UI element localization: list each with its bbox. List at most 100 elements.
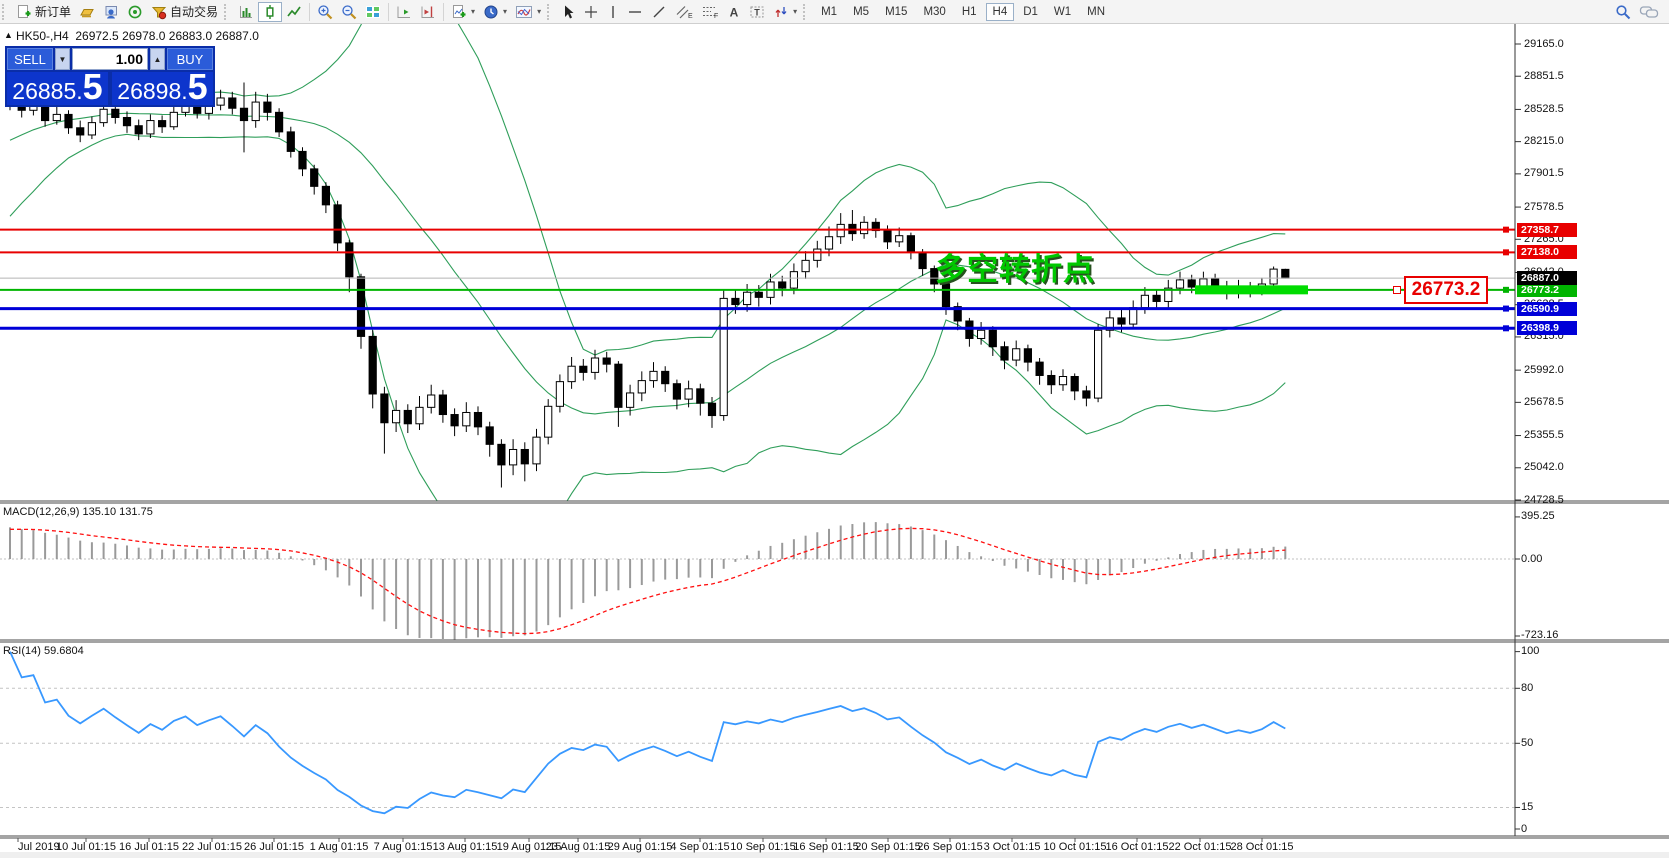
tile-windows-button[interactable] [361,2,385,22]
vertical-line-button[interactable] [603,2,623,22]
autotrading-button[interactable]: 自动交易 [147,2,222,22]
chat-icon [1639,5,1659,18]
candlestick-chart-button[interactable] [258,1,283,22]
signals-button[interactable] [123,2,147,22]
price-tick-label: 28851.5 [1524,69,1564,82]
chart-shift-button[interactable] [416,2,440,22]
indicators-button[interactable]: ▾ [511,2,545,22]
current-price-axis-label: 26887.0 [1517,271,1577,286]
price-tick-label: 25992.0 [1524,363,1564,376]
time-axis-label: 20 Sep 01:15 [855,841,921,853]
tile-windows-icon [366,5,381,18]
buy-price-display[interactable]: 26898. 5 [112,72,213,105]
sell-button[interactable]: SELL [7,48,53,70]
chat-button[interactable] [1635,2,1663,22]
svg-text:E: E [688,13,693,20]
horizontal-line-button[interactable] [623,2,647,22]
price-tick-label: 28528.5 [1524,102,1564,115]
equidistant-channel-button[interactable]: E [671,2,697,22]
navigator-button[interactable] [99,2,123,22]
fibonacci-button[interactable]: F [697,2,723,22]
chevron-down-icon: ▾ [503,7,508,16]
auto-scroll-button[interactable] [392,2,416,22]
bar-chart-button[interactable] [234,2,258,22]
text-label-button[interactable]: T [745,2,769,22]
autotrading-label: 自动交易 [170,5,219,19]
search-icon [1616,4,1631,19]
market-watch-button[interactable] [75,2,99,22]
svg-text:F: F [714,13,718,20]
timeframe-toolbar: M1 M5 M15 M30 H1 H4 D1 W1 MN [813,2,1113,21]
new-order-label: 新订单 [35,5,72,19]
rsi-tick-label: 15 [1521,800,1534,813]
annotation-text[interactable]: 多空转折点 [935,244,1095,289]
time-axis-label: 3 Oct 01:15 [983,841,1041,853]
time-axis-label: Jul 2019 [18,841,60,853]
time-axis-label: 13 Aug 01:15 [432,841,498,853]
volume-down-button[interactable]: ▼ [55,48,70,70]
time-axis-label: 10 Jul 01:15 [56,841,116,853]
price-tick-label: 25678.5 [1524,395,1564,408]
time-axis-label: 22 Jul 01:15 [182,841,242,853]
cursor-button[interactable] [557,2,579,22]
collapse-panel-arrow-icon[interactable]: ▲ [4,30,13,40]
timeframe-m15-button[interactable]: M15 [878,3,914,21]
sell-price-pips: 5 [82,72,103,105]
timeframe-m1-button[interactable]: M1 [814,3,844,21]
volume-input[interactable] [72,48,148,70]
svg-text:T: T [754,7,760,17]
macd-tick-label: 0.00 [1521,552,1543,565]
crosshair-button[interactable] [579,2,603,22]
price-callout-box[interactable]: 26773.2 [1404,276,1488,304]
trendline-button[interactable] [647,2,671,22]
zoom-out-button[interactable] [337,2,361,22]
timeframe-h1-button[interactable]: H1 [955,3,984,21]
new-chart-button[interactable]: ▾ [447,2,479,22]
time-axis-label: 26 Sep 01:15 [917,841,983,853]
time-axis-label: 7 Aug 01:15 [373,841,433,853]
sell-price-display[interactable]: 26885. 5 [7,72,108,105]
zoom-out-icon [342,4,357,19]
buy-button[interactable]: BUY [167,48,213,70]
zoom-in-button[interactable] [313,2,337,22]
macd-indicator-label: MACD(12,26,9) 135.10 131.75 [3,506,153,518]
autotrading-icon [151,6,167,19]
timeframe-m5-button[interactable]: M5 [846,3,876,21]
new-order-button[interactable]: 新订单 [12,2,75,22]
time-axis-label: 1 Aug 01:15 [309,841,369,853]
chart-shift-icon [421,6,435,18]
timeframe-h4-button[interactable]: H4 [985,2,1015,21]
profiles-clock-icon [484,5,498,18]
time-axis-label: 28 Oct 01:15 [1230,841,1294,853]
toolbar-grip[interactable] [2,3,9,20]
toolbar-grip[interactable] [547,3,554,20]
volume-up-button[interactable]: ▲ [150,48,165,70]
timeframe-m30-button[interactable]: M30 [916,3,952,21]
search-button[interactable] [1611,2,1635,22]
price-tick-label: 24728.5 [1524,493,1564,506]
timeframe-w1-button[interactable]: W1 [1047,3,1078,21]
line-chart-button[interactable] [282,2,306,22]
time-axis-label: 16 Jul 01:15 [119,841,179,853]
hline-axis-label: 27138.0 [1517,245,1577,260]
signal-icon [128,5,142,18]
text-button[interactable]: A [723,2,745,22]
text-icon: A [730,5,739,19]
timeframe-mn-button[interactable]: MN [1080,3,1112,21]
chart-overlays: 29165.0 28851.5 28528.5 28215.0 27901.5 27578… [0,0,1669,858]
rsi-indicator-label: RSI(14) 59.6804 [3,645,84,657]
line-chart-icon [287,6,301,17]
candlestick-icon [266,4,274,19]
cursor-icon [565,5,574,18]
timeframe-d1-button[interactable]: D1 [1016,3,1045,21]
arrows-button[interactable]: ▾ [769,2,801,22]
price-tick-label: 27578.5 [1524,200,1564,213]
rsi-tick-label: 80 [1521,681,1534,694]
toolbar-grip[interactable] [224,3,231,20]
new-order-icon [18,4,31,18]
profiles-button[interactable]: ▾ [479,2,511,22]
gold-ingot-icon [80,8,94,17]
auto-scroll-icon [397,6,411,18]
time-axis-label: 16 Oct 01:15 [1105,841,1169,853]
toolbar-grip[interactable] [803,3,810,20]
